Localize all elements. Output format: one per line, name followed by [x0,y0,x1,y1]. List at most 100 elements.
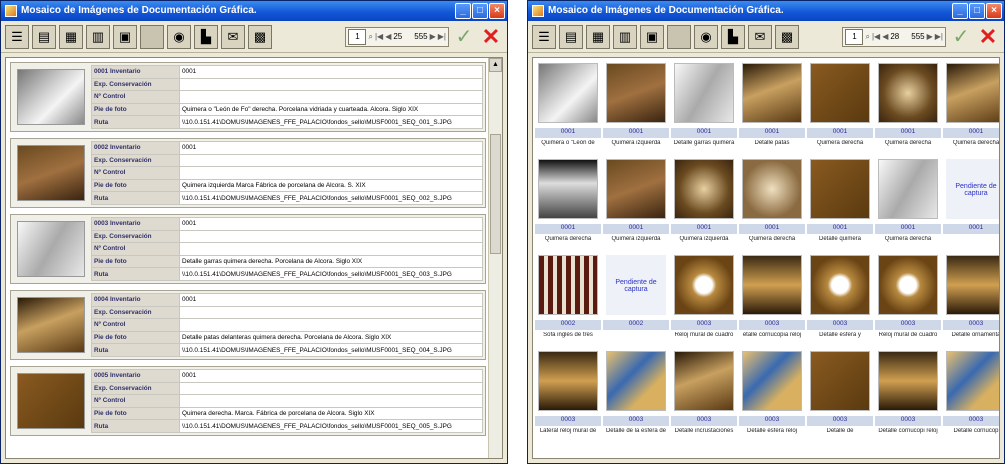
record-card[interactable]: 0004 Inventario 0001 Exp. Conservación Nº C… [10,290,486,360]
field-value[interactable]: Quimera o "León de Fo" derecha. Porcelan… [179,102,483,117]
field-value[interactable] [179,229,483,244]
camera-icon[interactable]: ◉ [694,24,718,49]
mail-icon[interactable]: ✉ [748,24,772,49]
list-view-icon[interactable]: ☰ [532,24,556,49]
thumbnail-cell[interactable]: 0003 Detalle de la esfera de [603,348,669,441]
record-card[interactable]: 0001 Inventario 0001 Exp. Conservación Nº C… [10,62,486,132]
thumbnail-cell[interactable]: 0001 Quimera derecha [875,60,941,153]
mosaic-icon[interactable]: ▩ [248,24,272,49]
thumbnail-image[interactable] [742,255,802,315]
grid-view-icon[interactable]: ▥ [613,24,637,49]
thumbnail-image[interactable] [674,255,734,315]
field-value[interactable]: 0001 [179,141,483,155]
grid-view-icon[interactable]: ▥ [86,24,110,49]
first-page-icon[interactable]: |◀ [375,32,383,41]
thumbnail-cell[interactable]: 0003 Detalle ornamenta [943,252,999,345]
thumbnail-cell[interactable]: 0003 Reloj mural de cuadro [875,252,941,345]
thumbnail-image[interactable] [742,63,802,123]
thumbnail-image[interactable] [742,159,802,219]
next-page-icon[interactable]: ▶ [430,32,436,41]
first-page-icon[interactable]: |◀ [872,32,880,41]
vertical-scrollbar[interactable]: ▲ [488,58,502,458]
field-value[interactable]: Detalle garras quimera derecha. Porcelan… [179,254,483,269]
blank-view-icon[interactable] [667,24,691,49]
record-thumbnail[interactable] [17,145,85,201]
minimize-button[interactable]: _ [455,3,471,19]
thumbnail-cell[interactable]: 0003 Detalle de [807,348,873,441]
scroll-thumb[interactable] [490,134,501,254]
thumbnail-image[interactable] [538,255,598,315]
field-value[interactable] [179,90,483,104]
accept-icon[interactable]: ✓ [452,25,476,49]
camera-icon[interactable]: ◉ [167,24,191,49]
thumbnail-image[interactable] [606,159,666,219]
record-thumbnail[interactable] [17,373,85,429]
thumbnail-cell[interactable]: 0003 Reloj mural de cuadro [671,252,737,345]
thumbnail-image[interactable] [946,63,999,123]
thumbnail-cell[interactable]: 0001 Quimera derecha [739,156,805,249]
thumbnail-cell[interactable]: Pendiente de captura 0001 [943,156,999,249]
field-value[interactable]: 0001 [179,65,483,79]
thumbnail-cell[interactable]: 0001 Detalle quimera [807,156,873,249]
record-card[interactable]: 0002 Inventario 0001 Exp. Conservación Nº C… [10,138,486,208]
field-value[interactable] [179,242,483,256]
thumbnail-image[interactable] [742,351,802,411]
field-value[interactable]: \\10.0.151.41\DOMUS\IMAGENES_FFE_PALACIO… [179,191,483,205]
thumbnail-cell[interactable]: 0001 Detalle patas [739,60,805,153]
thumbnail-view-icon[interactable]: ▦ [59,24,83,49]
blank-view-icon[interactable] [140,24,164,49]
mosaic-icon[interactable]: ▩ [775,24,799,49]
thumbnail-image[interactable] [878,159,938,219]
thumbnail-cell[interactable]: 0001 Quimera derecha [807,60,873,153]
image-view-icon[interactable]: ▣ [640,24,664,49]
field-value[interactable]: \\10.0.151.41\DOMUS\IMAGENES_FFE_PALACIO… [179,419,483,433]
field-value[interactable] [179,77,483,92]
save-icon[interactable]: ▙ [721,24,745,49]
current-page-field[interactable]: 1 [348,28,367,45]
thumbnail-cell[interactable]: 0003 Detalle cornucopi reloj [875,348,941,441]
thumbnail-image[interactable] [538,63,598,123]
cancel-icon[interactable]: ✕ [479,24,503,49]
thumbnail-cell[interactable]: 0001 Quimera derecha [535,156,601,249]
field-value[interactable] [179,166,483,180]
thumbnail-image[interactable] [878,351,938,411]
current-page-field[interactable]: 1 [845,28,864,45]
image-view-icon[interactable]: ▣ [113,24,137,49]
thumbnail-cell[interactable]: 0001 Quimera derecha [875,156,941,249]
field-value[interactable]: Quimera izquierda Marca Fábrica de porce… [179,178,483,193]
thumbnail-image[interactable] [810,255,870,315]
cancel-icon[interactable]: ✕ [976,24,1000,49]
record-card[interactable]: 0005 Inventario 0001 Exp. Conservación Nº C… [10,366,486,436]
thumbnail-image[interactable] [606,63,666,123]
close-window-button[interactable]: × [489,3,505,19]
thumbnail-image[interactable] [674,159,734,219]
detail-view-icon[interactable]: ▤ [559,24,583,49]
field-value[interactable]: 0001 [179,369,483,383]
thumbnail-cell[interactable]: 0001 Quimera derecha [943,60,999,153]
record-card[interactable]: 0003 Inventario 0001 Exp. Conservación Nº C… [10,214,486,284]
thumbnail-cell[interactable]: 0001 Quimera izquierda [603,60,669,153]
list-view-icon[interactable]: ☰ [5,24,29,49]
field-value[interactable]: 0001 [179,217,483,231]
field-value[interactable] [179,305,483,320]
thumbnail-cell[interactable]: 0001 Quimera izquierda [603,156,669,249]
thumbnail-image[interactable] [946,255,999,315]
detail-view-icon[interactable]: ▤ [32,24,56,49]
thumbnail-image[interactable] [674,351,734,411]
thumbnail-cell[interactable]: 0002 Sofá inglés de tres [535,252,601,345]
thumbnail-image[interactable] [946,351,999,411]
field-value[interactable]: \\10.0.151.41\DOMUS\IMAGENES_FFE_PALACIO… [179,115,483,129]
field-value[interactable] [179,394,483,408]
thumbnail-image[interactable] [538,351,598,411]
thumbnail-image[interactable] [538,159,598,219]
thumbnail-cell[interactable]: 0003 Detalle cornucop [943,348,999,441]
thumbnail-image[interactable] [878,63,938,123]
thumbnail-cell[interactable]: 0001 Quimera izquierda [671,156,737,249]
field-value[interactable]: \\10.0.151.41\DOMUS\IMAGENES_FFE_PALACIO… [179,267,483,281]
accept-icon[interactable]: ✓ [949,25,973,49]
record-thumbnail[interactable] [17,297,85,353]
last-page-icon[interactable]: ▶| [935,32,943,41]
thumbnail-image[interactable] [878,255,938,315]
scroll-up-icon[interactable]: ▲ [489,58,502,72]
search-icon[interactable]: ⌕ [865,32,869,42]
